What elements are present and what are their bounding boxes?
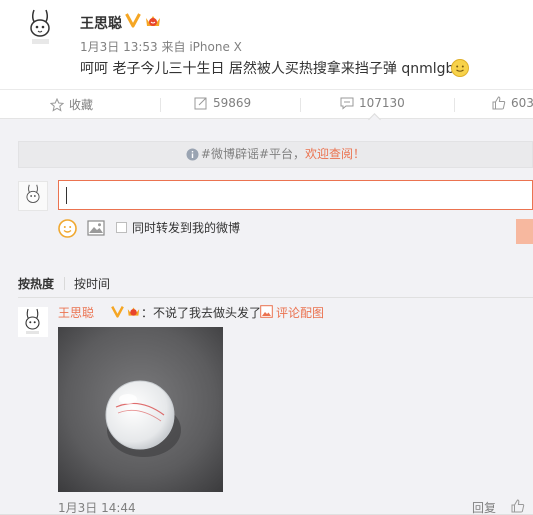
repost-button[interactable]: 59869: [194, 96, 251, 110]
like-count: 603: [511, 96, 533, 110]
repost-icon: [194, 97, 207, 110]
action-separator: [454, 98, 455, 112]
thumbs-up-icon: [492, 96, 506, 110]
divider: [18, 297, 533, 298]
post-text: 呵呵 老子今儿三十生日 居然被人买热搜拿来挡子弹 qnmlgb: [80, 61, 455, 77]
action-separator: [160, 98, 161, 112]
commenter-avatar[interactable]: [18, 307, 48, 337]
v-verified-icon: [125, 13, 141, 28]
comment-username[interactable]: 王思聪: [58, 304, 94, 321]
comment-section: #微博辟谣#平台，欢迎查阅！ 同时转发到我的微博 按热度 按时间 王思聪 ：不说…: [0, 125, 533, 515]
thumbs-up-icon[interactable]: [511, 499, 525, 513]
repost-count: 59869: [213, 96, 252, 110]
action-separator: [300, 98, 301, 112]
favorite-label: 收藏: [69, 98, 94, 112]
current-user-avatar[interactable]: [18, 181, 48, 211]
comment-timestamp: 1月3日 14:44: [58, 501, 136, 515]
rumor-banner[interactable]: #微博辟谣#平台，欢迎查阅！: [18, 141, 533, 168]
comment-icon: [340, 97, 354, 110]
post-timestamp[interactable]: 1月3日 13:53: [80, 40, 158, 54]
emoji-picker-icon[interactable]: [58, 219, 77, 238]
v-verified-icon: [111, 306, 124, 318]
comment-submit-button[interactable]: [516, 219, 533, 244]
post-action-bar: 收藏 59869 107130 603: [0, 89, 533, 119]
rabbit-avatar-icon: [19, 182, 47, 210]
favorite-button[interactable]: 收藏: [49, 96, 94, 113]
user-avatar[interactable]: [20, 6, 62, 48]
comment-button[interactable]: 107130: [340, 96, 405, 110]
rabbit-avatar-icon: [20, 6, 62, 48]
crown-member-icon[interactable]: [144, 13, 162, 29]
image-upload-icon[interactable]: [87, 220, 105, 236]
comment-pic-link[interactable]: 评论配图: [276, 304, 324, 321]
rumor-text: #微博辟谣#平台，: [200, 147, 306, 161]
post-username[interactable]: 王思聪: [80, 13, 122, 33]
forward-checkbox[interactable]: [116, 222, 127, 233]
smiley-emoji-icon: [451, 59, 469, 77]
sort-separator: [64, 277, 65, 290]
crown-member-icon[interactable]: [126, 305, 141, 318]
comment-reply-button[interactable]: 回复: [472, 499, 496, 515]
sort-by-time[interactable]: 按时间: [74, 275, 110, 292]
forward-label[interactable]: 同时转发到我的微博: [132, 219, 240, 236]
comment-image[interactable]: [58, 327, 223, 492]
star-icon: [49, 97, 65, 112]
post-source[interactable]: iPhone X: [189, 40, 242, 54]
comment-photo: [58, 327, 223, 492]
post-source-prefix: 来自: [161, 40, 186, 54]
post-meta: 1月3日 13:53 来自 iPhone X: [80, 38, 242, 55]
comment-text: ：不说了我去做头发了: [141, 306, 262, 320]
info-icon: [186, 148, 199, 161]
rabbit-avatar-icon: [18, 307, 48, 337]
picture-icon: [260, 305, 273, 318]
rumor-link[interactable]: 欢迎查阅！: [305, 147, 365, 161]
sort-by-hot[interactable]: 按热度: [18, 275, 54, 292]
comment-input[interactable]: [58, 180, 533, 210]
like-button[interactable]: 603: [492, 96, 533, 110]
comment-count: 107130: [359, 96, 405, 110]
